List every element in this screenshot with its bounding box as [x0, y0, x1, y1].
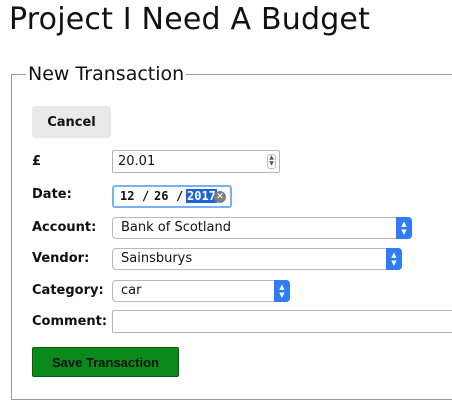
account-select[interactable]: Bank of Scotland ▲ ▼ [112, 217, 412, 239]
vendor-label: Vendor: [32, 251, 90, 266]
account-selected-value: Bank of Scotland [121, 220, 231, 235]
category-label: Category: [32, 283, 104, 298]
new-transaction-fieldset: New Transaction Cancel £ 20.01 ▲ ▼ Date: … [11, 62, 452, 400]
fieldset-legend: New Transaction [26, 62, 187, 86]
date-separator-2: / [176, 189, 184, 203]
date-label: Date: [32, 187, 72, 202]
clear-date-icon[interactable]: ✕ [214, 191, 226, 203]
date-month[interactable]: 12 [120, 189, 134, 203]
amount-label: £ [32, 154, 42, 169]
amount-input[interactable]: 20.01 ▲ ▼ [112, 150, 280, 173]
date-day[interactable]: 26 [154, 189, 168, 203]
cancel-button[interactable]: Cancel [32, 106, 111, 138]
page-title: Project I Need A Budget [9, 2, 371, 37]
date-separator-1: / [142, 189, 150, 203]
category-selected-value: car [121, 283, 142, 298]
vendor-select[interactable]: Sainsburys ▲ ▼ [112, 248, 402, 270]
chevron-up-down-icon: ▲ ▼ [396, 217, 412, 239]
vendor-selected-value: Sainsburys [121, 251, 193, 266]
save-transaction-button[interactable]: Save Transaction [32, 347, 179, 377]
chevron-up-down-icon: ▲ ▼ [386, 248, 402, 270]
date-input[interactable]: 12 / 26 / 2017 ✕ [112, 185, 232, 208]
comment-input[interactable] [112, 310, 452, 333]
date-year[interactable]: 2017 [186, 189, 217, 203]
category-select[interactable]: car ▲ ▼ [112, 280, 290, 302]
comment-label: Comment: [32, 314, 108, 329]
stepper-icon[interactable]: ▲ ▼ [267, 154, 276, 169]
amount-value: 20.01 [118, 154, 156, 169]
chevron-up-down-icon: ▲ ▼ [274, 280, 290, 302]
account-label: Account: [32, 220, 97, 235]
